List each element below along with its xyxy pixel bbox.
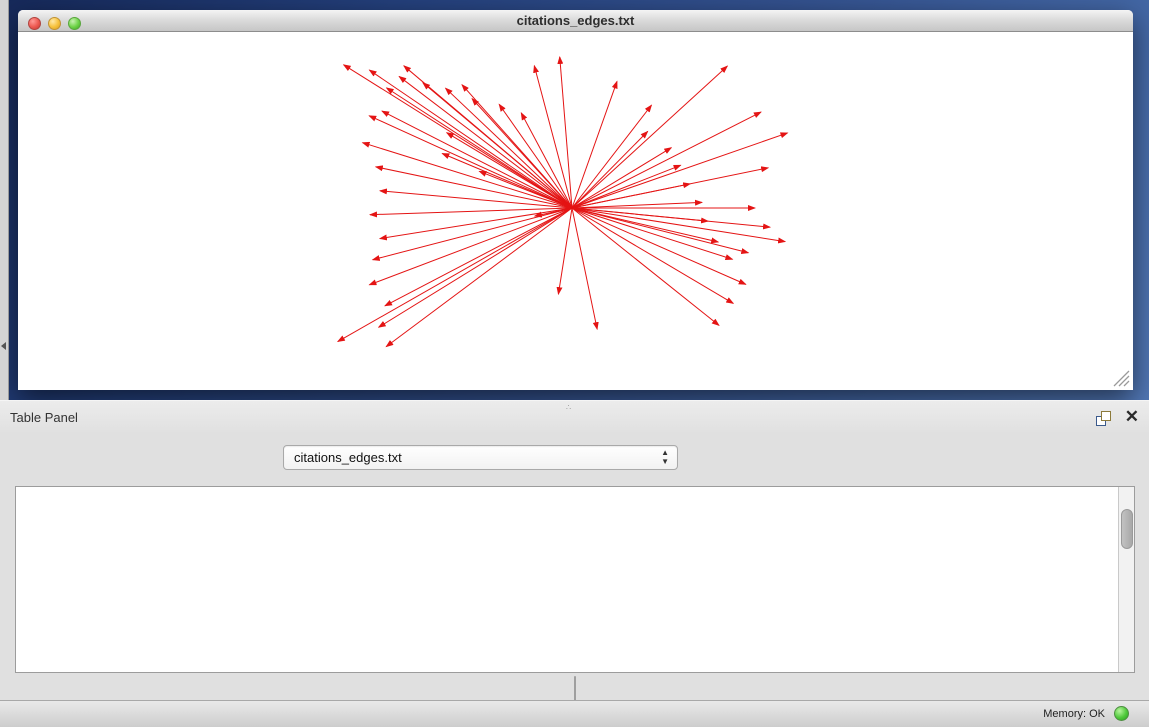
table-panel-titlebar[interactable]: ∴ Table Panel ✕ (0, 400, 1149, 434)
memory-status-label: Memory: OK (1043, 708, 1105, 720)
window-resize-grip[interactable] (1110, 367, 1130, 387)
graph-edge[interactable] (572, 208, 746, 284)
graph-edge[interactable] (446, 88, 572, 208)
close-panel-icon[interactable]: ✕ (1125, 407, 1139, 427)
table-scrollbar[interactable] (1118, 487, 1134, 672)
table-selector-combo[interactable]: citations_edges.txt ▲▼ (283, 445, 678, 470)
graph-edge[interactable] (379, 208, 572, 327)
graph-edge[interactable] (558, 208, 572, 294)
graph-edge[interactable] (423, 83, 572, 208)
memory-status-indicator[interactable] (1114, 706, 1129, 721)
graph-edge[interactable] (572, 208, 597, 329)
float-panel-icon[interactable] (1096, 411, 1111, 426)
graph-edge[interactable] (572, 148, 671, 208)
graph-edge[interactable] (386, 208, 572, 347)
panel-drag-handle-icon[interactable]: ∴ (566, 403, 572, 412)
network-graph[interactable] (18, 32, 1133, 390)
panel-collapse-arrow-icon[interactable] (1, 342, 6, 350)
table-scrollbar-thumb[interactable] (1121, 509, 1133, 549)
graph-edge[interactable] (572, 208, 785, 242)
graph-edge[interactable] (572, 66, 727, 208)
graph-edge[interactable] (572, 208, 733, 303)
graph-edge[interactable] (369, 208, 572, 285)
table-panel-title: Table Panel (10, 410, 78, 425)
graph-edge[interactable] (572, 112, 761, 208)
status-bar: Memory: OK (0, 700, 1149, 727)
graph-edge[interactable] (369, 116, 572, 208)
table-selector-value: citations_edges.txt (294, 450, 402, 465)
window-title: citations_edges.txt (18, 13, 1133, 28)
graph-edge[interactable] (572, 208, 719, 325)
table-panel: ∴ Table Panel ✕ citations_edges.txt ▲▼ (0, 400, 1149, 727)
graph-edge[interactable] (370, 208, 572, 215)
graph-edge[interactable] (399, 76, 572, 208)
network-window-titlebar[interactable]: citations_edges.txt (18, 10, 1133, 32)
graph-edge[interactable] (572, 202, 702, 208)
graph-edge[interactable] (572, 208, 748, 253)
graph-edge[interactable] (572, 131, 648, 208)
graph-edge[interactable] (369, 70, 572, 208)
table-toolbar: citations_edges.txt ▲▼ (0, 438, 1149, 482)
network-window: citations_edges.txt (18, 10, 1133, 390)
graph-edge[interactable] (373, 208, 572, 260)
graph-edge[interactable] (338, 208, 572, 342)
graph-edge[interactable] (447, 133, 572, 208)
combo-arrows-icon: ▲▼ (661, 448, 669, 466)
node-table (15, 486, 1135, 673)
table-type-tabs (574, 676, 576, 701)
graph-edge[interactable] (344, 65, 572, 208)
left-panel-divider[interactable] (0, 0, 9, 400)
network-canvas[interactable] (18, 32, 1133, 390)
